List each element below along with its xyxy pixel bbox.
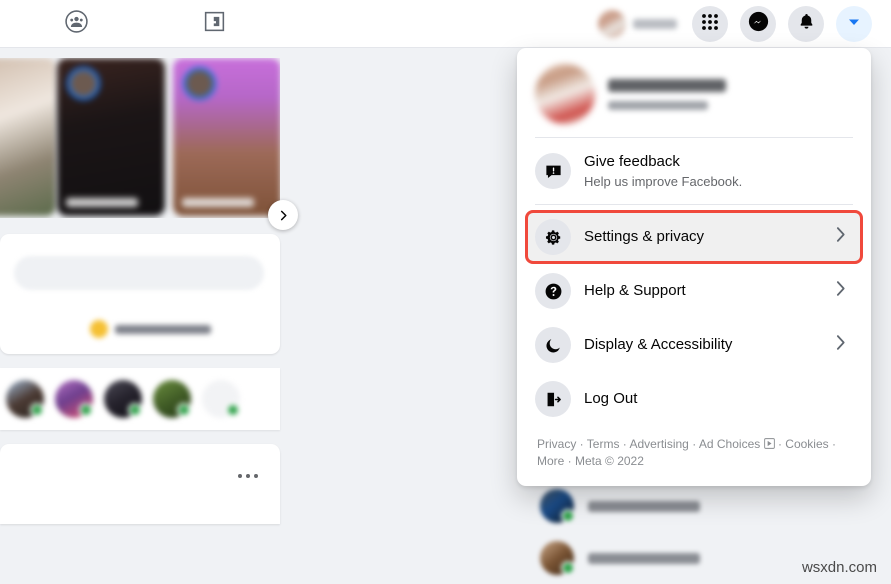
footer-separator: ·	[619, 437, 630, 451]
list-item[interactable]	[540, 532, 870, 584]
grid-menu-icon	[700, 12, 720, 37]
avatar[interactable]	[104, 380, 142, 418]
feeling-activity-icon	[90, 320, 108, 338]
gaming-icon-button[interactable]	[196, 6, 232, 42]
post-options-button[interactable]	[238, 474, 258, 478]
post-composer-card	[0, 234, 280, 354]
avatar[interactable]	[153, 380, 191, 418]
chevron-right-icon	[280, 210, 287, 220]
divider	[535, 204, 853, 205]
menu-item-label: Give feedback	[584, 153, 680, 170]
menu-item-label: Settings & privacy	[584, 228, 705, 245]
messenger-icon	[748, 11, 769, 37]
menu-item-text: Display & Accessibility	[584, 335, 819, 355]
footer-link-cookies[interactable]: Cookies	[785, 437, 828, 451]
menu-item-log-out[interactable]: Log Out	[525, 372, 863, 426]
profile-text	[608, 78, 726, 110]
chevron-right-icon	[832, 226, 849, 248]
avatar[interactable]	[202, 380, 240, 418]
menu-item-text: Give feedback Help us improve Facebook.	[584, 152, 853, 190]
profile-name	[608, 78, 726, 92]
menu-item-text: Settings & privacy	[584, 227, 819, 247]
avatar[interactable]	[55, 380, 93, 418]
ad-choices-icon	[763, 437, 778, 451]
feed-post-card	[0, 444, 280, 524]
top-navigation-bar	[0, 0, 891, 48]
grid-menu-button[interactable]	[692, 6, 728, 42]
feeling-activity-label	[115, 324, 211, 334]
footer-link-advertising[interactable]: Advertising	[629, 437, 688, 451]
post-composer-input[interactable]	[14, 256, 264, 290]
menu-item-help-support[interactable]: Help & Support	[525, 264, 863, 318]
account-dropdown-button[interactable]	[836, 6, 872, 42]
menu-item-sublabel: Help us improve Facebook.	[584, 174, 743, 189]
story-card[interactable]	[0, 58, 56, 216]
menu-item-display-accessibility[interactable]: Display & Accessibility	[525, 318, 863, 372]
story-card[interactable]	[173, 58, 280, 216]
moon-icon	[535, 327, 571, 363]
story-card[interactable]	[57, 58, 165, 216]
avatar[interactable]	[6, 380, 44, 418]
menu-item-text: Log Out	[584, 389, 853, 409]
footer-link-more[interactable]: More	[537, 454, 564, 468]
avatar	[540, 541, 575, 575]
menu-item-settings-privacy[interactable]: Settings & privacy	[525, 210, 863, 264]
groups-icon-button[interactable]	[58, 6, 94, 42]
contact-name	[588, 500, 700, 512]
feed-column	[0, 48, 298, 524]
footer-link-ad-choices[interactable]: Ad Choices	[699, 437, 760, 451]
messenger-button[interactable]	[740, 6, 776, 42]
footer-meta-copyright: Meta © 2022	[575, 454, 644, 468]
groups-icon	[64, 9, 89, 39]
chevron-right-icon	[832, 334, 849, 356]
question-mark-icon	[535, 273, 571, 309]
footer-separator: ·	[576, 437, 587, 451]
menu-item-give-feedback[interactable]: Give feedback Help us improve Facebook.	[525, 143, 863, 199]
page-root: Give feedback Help us improve Facebook. …	[0, 0, 891, 584]
gaming-icon	[202, 9, 227, 39]
menu-item-label: Log Out	[584, 390, 638, 407]
list-item[interactable]	[540, 480, 870, 532]
chevron-down-icon	[846, 14, 862, 35]
avatar	[535, 64, 595, 124]
footer-link-terms[interactable]: Terms	[587, 437, 620, 451]
story-author-name	[66, 198, 138, 207]
contacts-strip	[0, 368, 280, 430]
stories-carousel	[0, 58, 280, 218]
footer-separator: ·	[688, 437, 699, 451]
ellipsis-icon	[246, 474, 250, 478]
avatar	[540, 489, 575, 523]
profile-nav-name	[633, 19, 677, 29]
post-composer-action[interactable]	[90, 320, 211, 338]
footer-links: Privacy · Terms · Advertising · Ad Choic…	[525, 426, 863, 478]
stories-next-button[interactable]	[268, 200, 298, 230]
watermark: wsxdn.com	[801, 559, 877, 576]
footer-separator: ·	[828, 437, 836, 451]
contact-name	[588, 552, 700, 564]
menu-item-label: Display & Accessibility	[584, 336, 733, 353]
feedback-icon	[535, 153, 571, 189]
story-author-avatar	[183, 67, 216, 100]
profile-subtitle	[608, 100, 708, 110]
bell-icon	[797, 12, 816, 36]
menu-item-label: Help & Support	[584, 282, 686, 299]
footer-separator: ·	[564, 454, 576, 468]
account-dropdown-menu: Give feedback Help us improve Facebook. …	[517, 48, 871, 486]
profile-menu-item[interactable]	[525, 56, 863, 132]
profile-nav-button[interactable]	[596, 8, 685, 40]
chevron-right-icon	[832, 280, 849, 302]
ellipsis-icon	[254, 474, 258, 478]
story-author-name	[182, 198, 254, 207]
footer-link-privacy[interactable]: Privacy	[537, 437, 576, 451]
notifications-button[interactable]	[788, 6, 824, 42]
story-author-avatar	[67, 67, 100, 100]
logout-icon	[535, 381, 571, 417]
avatar	[598, 10, 626, 38]
gear-icon	[535, 219, 571, 255]
divider	[535, 137, 853, 138]
ellipsis-icon	[238, 474, 242, 478]
menu-item-text: Help & Support	[584, 281, 819, 301]
